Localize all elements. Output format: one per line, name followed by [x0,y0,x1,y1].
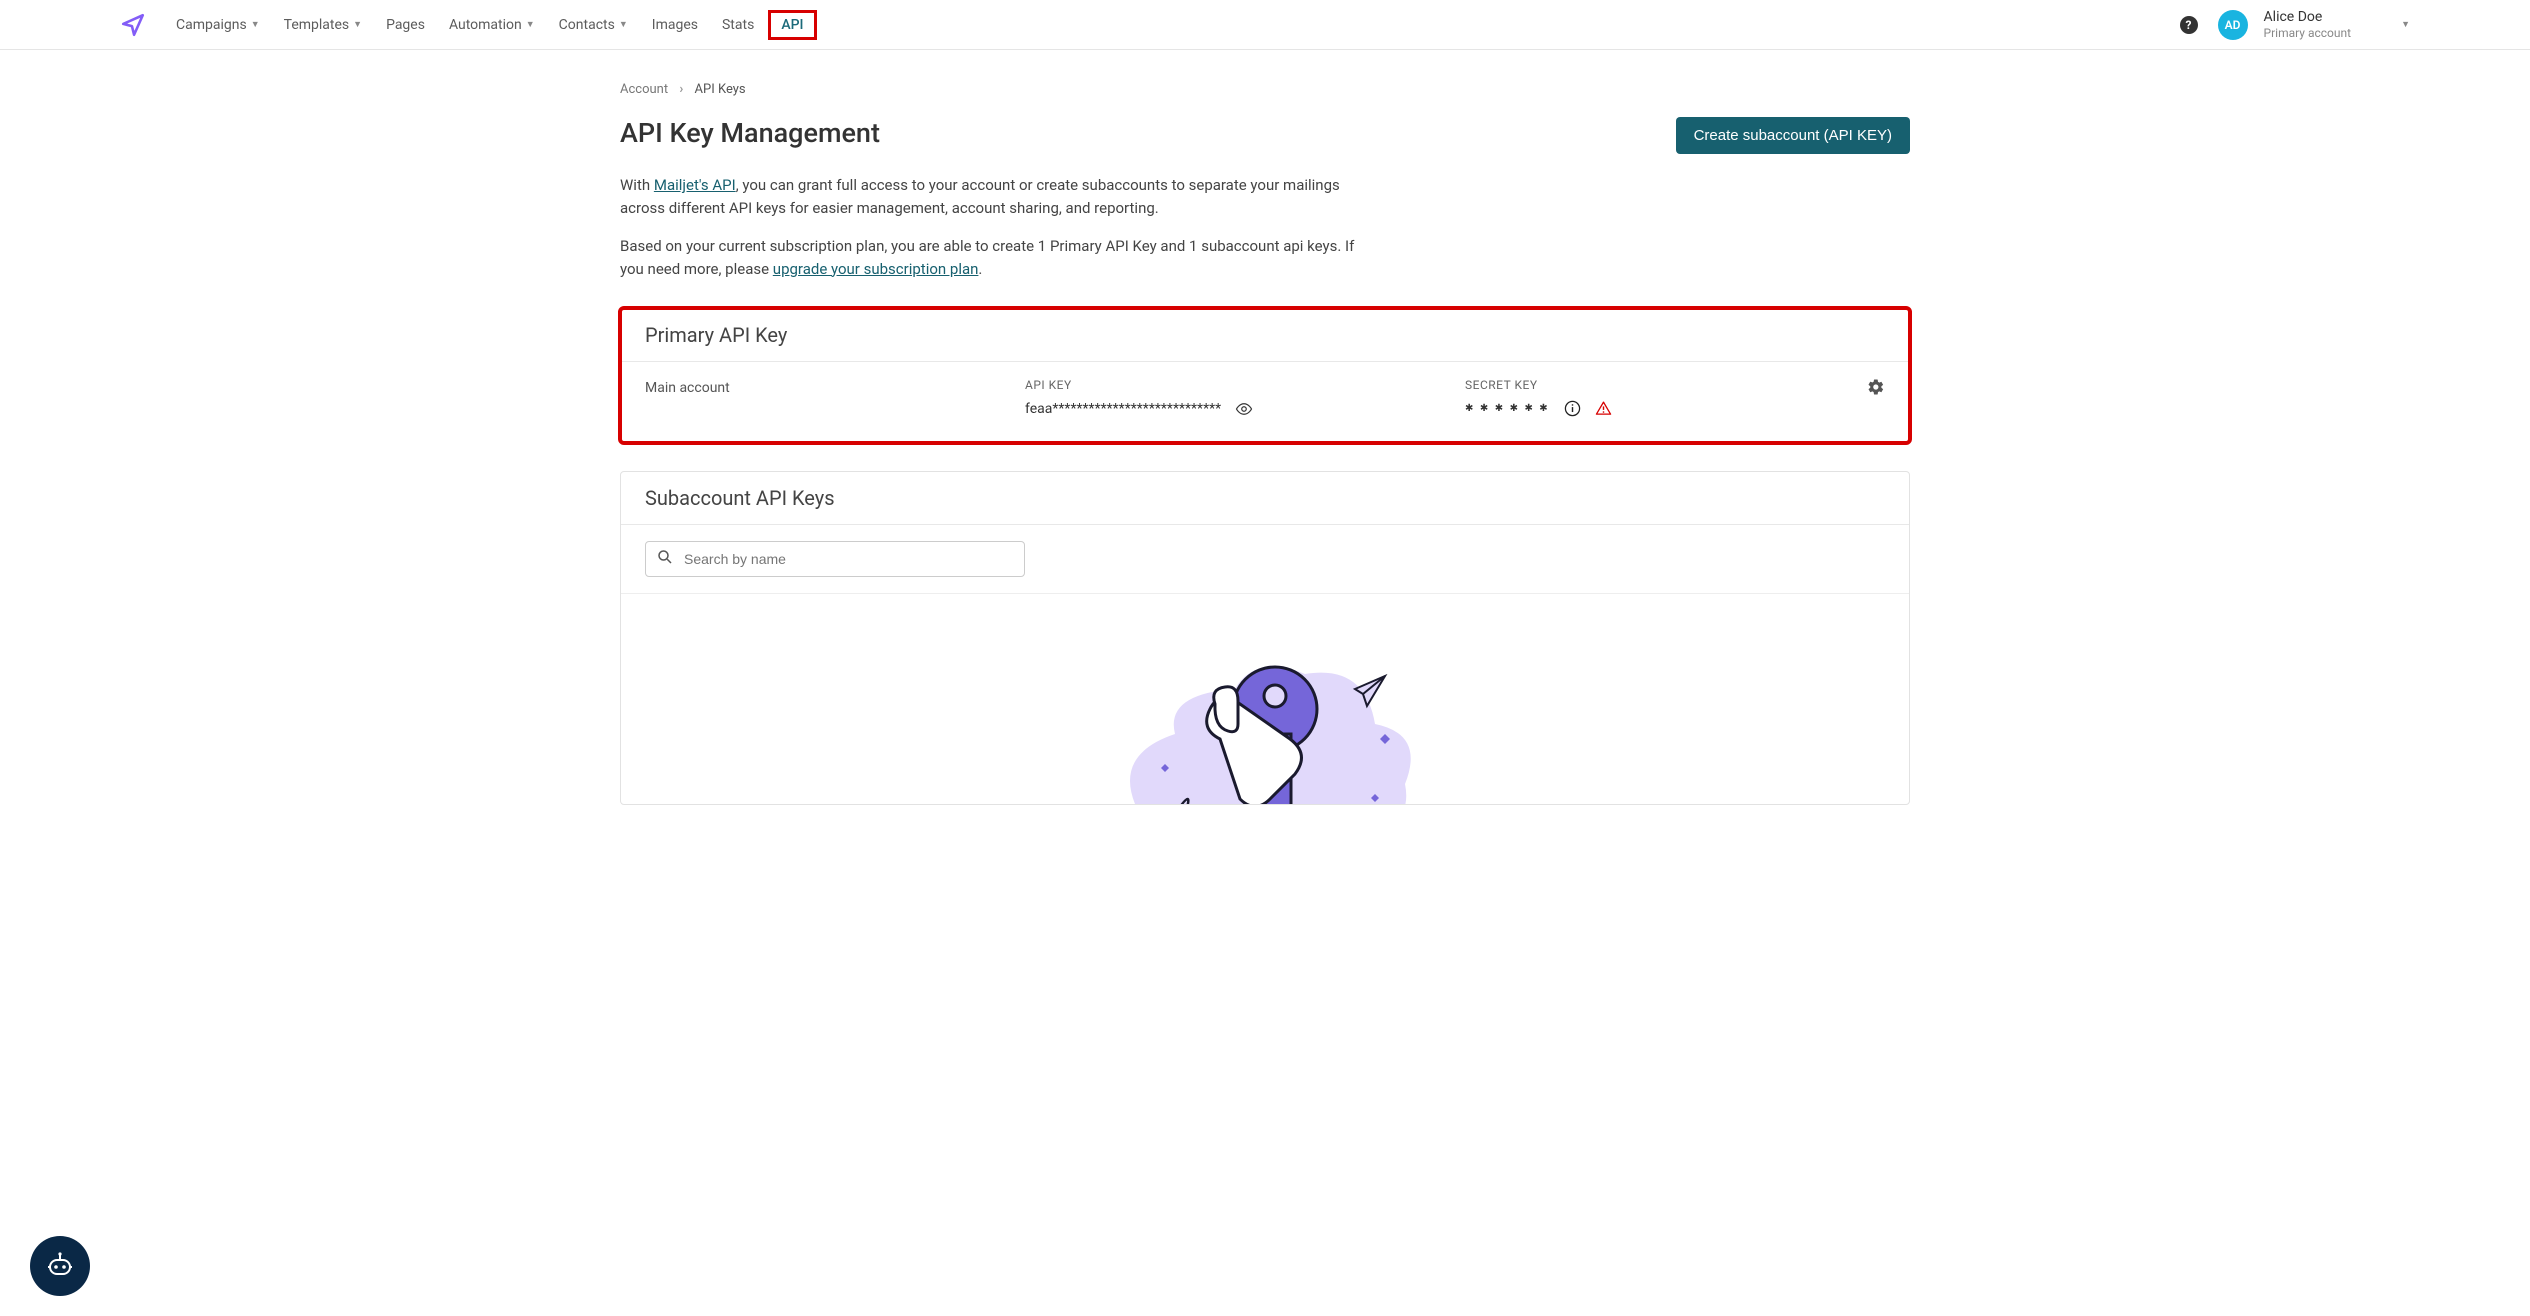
nav-templates[interactable]: Templates▼ [274,11,372,39]
api-key-value: feaa**************************** [1025,401,1221,417]
search-box[interactable] [645,541,1025,577]
chevron-down-icon: ▼ [526,19,535,30]
nav-label: Contacts [559,17,615,33]
nav-images[interactable]: Images [642,11,708,39]
nav-label: API [781,17,803,33]
nav-label: Images [652,17,698,33]
nav-label: Campaigns [176,17,247,33]
warning-icon[interactable] [1595,400,1612,417]
info-icon[interactable] [1564,400,1581,417]
create-subaccount-button[interactable]: Create subaccount (API KEY) [1676,117,1910,154]
nav-label: Pages [386,17,425,33]
main-nav: Campaigns▼ Templates▼ Pages Automation▼ … [166,10,817,40]
user-subtitle: Primary account [2264,26,2352,40]
nav-label: Stats [722,17,754,33]
nav-contacts[interactable]: Contacts ▼ [549,11,638,39]
search-input[interactable] [684,551,1014,567]
chatbot-button[interactable] [30,1236,90,1296]
nav-label: Automation [449,17,522,33]
secret-key-value: ✱ ✱ ✱ ✱ ✱ ✱ [1465,403,1550,414]
chevron-down-icon: ▼ [619,19,628,30]
upgrade-plan-link[interactable]: upgrade your subscription plan [773,260,979,278]
nav-stats[interactable]: Stats [712,11,764,39]
card-title: Subaccount API Keys [645,486,1885,510]
nav-pages[interactable]: Pages [376,11,435,39]
intro-paragraph-2: Based on your current subscription plan,… [620,235,1380,280]
breadcrumb-root[interactable]: Account [620,82,668,97]
user-menu[interactable]: AD Alice Doe Primary account ▼ [2218,9,2410,40]
intro-paragraph-1: With Mailjet's API, you can grant full a… [620,174,1380,219]
chevron-right-icon: › [679,82,683,97]
chevron-down-icon: ▼ [2401,19,2410,30]
empty-state-illustration [621,594,1909,804]
chevron-down-icon: ▼ [251,19,260,30]
logo[interactable] [120,12,146,38]
gear-icon[interactable] [1867,378,1885,396]
subaccount-api-keys-card: Subaccount API Keys [620,471,1910,805]
mailjet-api-link[interactable]: Mailjet's API [654,176,736,194]
secret-key-label: SECRET KEY [1465,378,1805,392]
user-name: Alice Doe [2264,9,2352,26]
primary-api-key-card: Primary API Key Main account API KEY fea… [620,308,1910,443]
nav-api[interactable]: API [768,10,816,40]
search-icon [656,548,674,570]
breadcrumb-current: API Keys [695,82,746,97]
help-icon[interactable]: ? [2180,16,2198,34]
page-title: API Key Management [620,117,880,149]
account-name: Main account [645,378,985,396]
breadcrumb: Account › API Keys [620,82,1910,97]
nav-automation[interactable]: Automation ▼ [439,11,545,39]
nav-campaigns[interactable]: Campaigns ▼ [166,11,270,39]
api-key-label: API KEY [1025,378,1425,392]
avatar: AD [2218,10,2248,40]
eye-icon[interactable] [1235,400,1253,418]
chevron-down-icon: ▼ [353,19,362,30]
nav-label: Templates [284,17,350,33]
card-title: Primary API Key [645,323,1885,347]
